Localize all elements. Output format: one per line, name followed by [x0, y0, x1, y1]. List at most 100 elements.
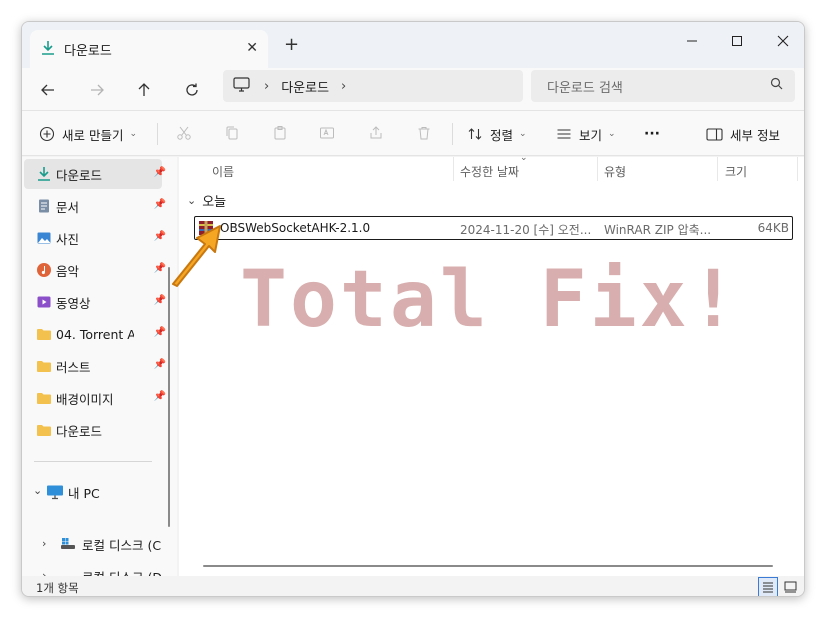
monitor-icon	[46, 484, 63, 500]
paste-button[interactable]	[272, 121, 288, 147]
view-button[interactable]: 보기 ⌄	[556, 121, 616, 147]
pin-icon[interactable]: 📌	[154, 391, 166, 402]
copy-icon	[224, 125, 240, 144]
paste-icon	[272, 125, 288, 144]
column-header-name[interactable]: 이름	[212, 163, 234, 180]
tab-title: 다운로드	[64, 43, 112, 59]
sort-button[interactable]: 정렬 ⌄	[467, 121, 527, 147]
title-bar: 다운로드 ✕ +	[22, 22, 804, 68]
column-header-modified[interactable]: 수정한 날짜	[460, 163, 519, 180]
rename-icon	[319, 125, 335, 144]
pin-icon[interactable]: 📌	[154, 199, 166, 210]
command-bar: 새로 만들기 ⌄ 정렬 ⌄ 보기 ⌄ ··· 세부 정보	[22, 110, 804, 156]
trash-icon	[416, 125, 432, 144]
video-icon	[36, 294, 52, 310]
file-modified: 2024-11-20 [수] 오전...	[460, 223, 592, 237]
details-label: 세부 정보	[730, 127, 780, 143]
chevron-right-icon[interactable]: ›	[341, 79, 346, 94]
minimize-button[interactable]	[672, 28, 712, 54]
cut-button[interactable]	[176, 121, 192, 147]
details-pane-button[interactable]: 세부 정보	[706, 121, 780, 147]
divider	[452, 123, 453, 145]
new-label: 새로 만들기	[62, 127, 124, 143]
copy-button[interactable]	[224, 121, 240, 147]
chevron-right-icon: ›	[264, 78, 270, 94]
share-icon	[368, 125, 384, 144]
maximize-button[interactable]	[717, 28, 757, 54]
new-button[interactable]: 새로 만들기 ⌄	[39, 121, 137, 147]
sidebar-item-label: 러스트	[56, 359, 91, 375]
sort-label: 정렬	[490, 127, 514, 143]
pin-icon[interactable]: 📌	[154, 295, 166, 306]
column-header-size[interactable]: 크기	[725, 163, 747, 180]
tiles-view-button[interactable]	[780, 577, 800, 596]
table-row[interactable]: OBSWebSocketAHK-2.1.0 2024-11-20 [수] 오전.…	[194, 216, 793, 240]
sidebar-item-this-pc[interactable]: 내 PC	[22, 477, 152, 507]
folder-icon	[36, 422, 52, 438]
new-tab-button[interactable]: +	[284, 34, 299, 55]
column-divider[interactable]	[453, 157, 454, 181]
navigation-pane: 다운로드 📌 문서 📌 사진 📌 음악 📌 동영상 📌 04. Torrent …	[22, 157, 177, 585]
item-count: 1개 항목	[36, 581, 79, 595]
close-tab-icon[interactable]: ✕	[246, 40, 258, 56]
sidebar-scrollbar[interactable]	[168, 267, 170, 527]
search-placeholder: 다운로드 검색	[547, 80, 623, 96]
plus-circle-icon	[39, 126, 55, 142]
sidebar-item-wallpaper-folder[interactable]: 배경이미지 📌	[24, 383, 166, 413]
back-button[interactable]	[34, 76, 62, 104]
chevron-down-icon: ⌄	[608, 129, 616, 139]
cut-icon	[176, 125, 192, 144]
pin-icon[interactable]: 📌	[154, 359, 166, 370]
details-pane-icon	[706, 127, 723, 142]
sidebar-item-label: 사진	[56, 231, 80, 247]
group-header-today[interactable]: ⌄ 오늘	[187, 191, 226, 210]
download-icon	[36, 166, 52, 182]
column-divider[interactable]	[597, 157, 598, 181]
folder-icon	[36, 358, 52, 374]
sidebar-item-drive-c[interactable]: 로컬 디스크 (C	[22, 529, 170, 559]
breadcrumb-downloads[interactable]: 다운로드	[281, 77, 329, 96]
sidebar-item-rust-folder[interactable]: 러스트 📌	[24, 351, 166, 381]
monitor-icon	[233, 77, 250, 95]
sidebar-item-pictures[interactable]: 사진 📌	[24, 223, 166, 253]
sidebar-item-torrent-folder[interactable]: 04. Torrent A 📌	[24, 319, 166, 349]
sidebar-item-downloads[interactable]: 다운로드 📌	[24, 159, 166, 189]
search-input[interactable]: 다운로드 검색	[531, 70, 795, 102]
refresh-button[interactable]	[178, 76, 206, 104]
column-divider[interactable]	[717, 157, 718, 181]
sidebar-item-label: 동영상	[56, 295, 91, 311]
sidebar-item-music[interactable]: 음악 📌	[24, 255, 166, 285]
download-icon	[40, 40, 56, 59]
details-view-button[interactable]	[758, 577, 778, 596]
sidebar-item-label: 04. Torrent A	[56, 326, 134, 342]
drive-icon	[60, 536, 76, 552]
sidebar-item-label: 음악	[56, 263, 80, 279]
forward-button[interactable]	[83, 76, 111, 104]
search-icon	[770, 77, 783, 94]
pin-icon[interactable]: 📌	[154, 167, 166, 178]
more-button[interactable]: ···	[644, 121, 660, 147]
sidebar-item-downloads-folder[interactable]: 다운로드	[24, 415, 162, 445]
picture-icon	[36, 230, 52, 246]
chevron-down-icon: ⌄	[519, 129, 527, 139]
close-window-button[interactable]	[763, 28, 803, 54]
address-bar[interactable]: › 다운로드 ›	[223, 70, 523, 102]
tab-downloads[interactable]: 다운로드 ✕	[30, 30, 268, 68]
up-button[interactable]	[130, 76, 158, 104]
sort-icon	[467, 126, 483, 142]
file-size: 64KB	[757, 221, 789, 235]
delete-button[interactable]	[416, 121, 432, 147]
share-button[interactable]	[368, 121, 384, 147]
address-row: › 다운로드 › 다운로드 검색	[22, 68, 804, 110]
sidebar-item-label: 다운로드	[56, 167, 103, 183]
column-divider[interactable]	[797, 157, 798, 181]
pin-icon[interactable]: 📌	[154, 327, 166, 338]
rename-button[interactable]	[319, 121, 335, 147]
sidebar-item-videos[interactable]: 동영상 📌	[24, 287, 166, 317]
sidebar-item-documents[interactable]: 문서 📌	[24, 191, 166, 221]
horizontal-scrollbar[interactable]	[203, 565, 773, 567]
sidebar-item-label: 내 PC	[68, 485, 100, 501]
view-label: 보기	[579, 127, 603, 143]
column-header-type[interactable]: 유형	[604, 163, 626, 180]
document-icon	[36, 198, 52, 214]
